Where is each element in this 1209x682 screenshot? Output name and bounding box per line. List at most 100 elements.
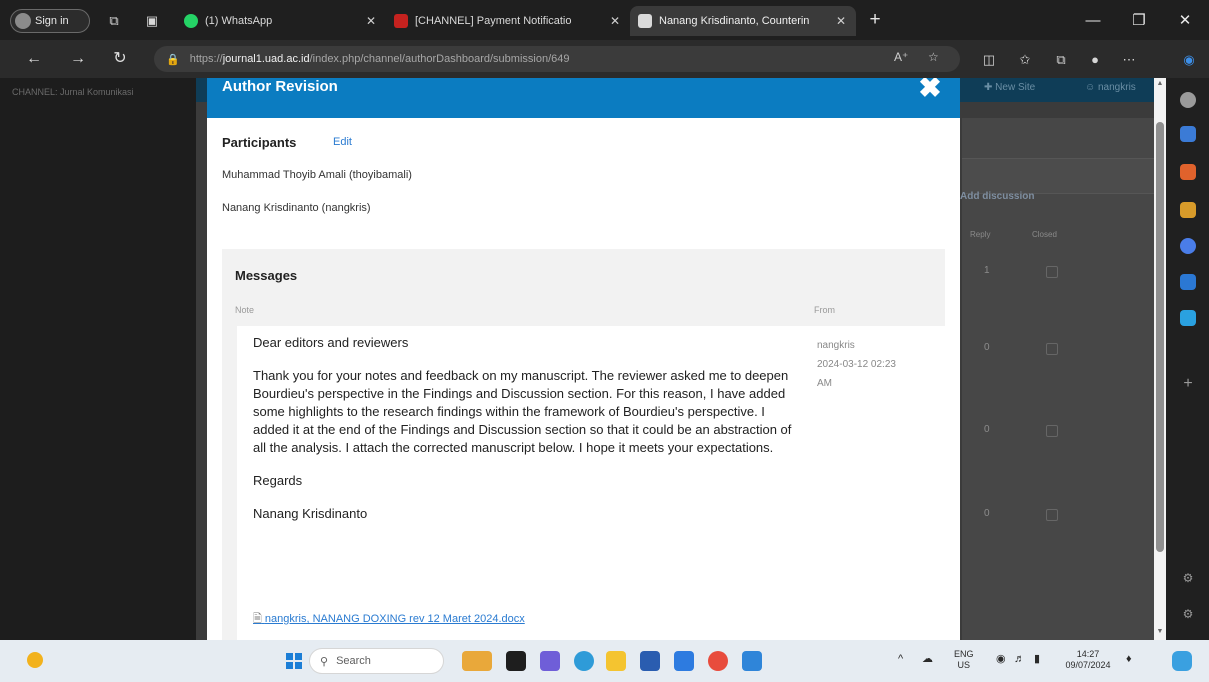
col-closed: Closed [1032,230,1057,239]
battery-icon[interactable]: ▮ [1034,654,1040,665]
message-from: nangkris 2024-03-12 02:23 AM [817,336,937,393]
scrollbar-thumb[interactable] [1156,122,1164,552]
tab-title: [CHANNEL] Payment Notificatio [415,15,572,27]
restore-window-icon[interactable]: ❐ [1116,7,1162,35]
message-note: Dear editors and reviewers Thank you for… [253,334,793,538]
scroll-up-icon[interactable]: ▲ [1156,80,1164,87]
calculator-app-icon[interactable] [640,651,660,671]
favorite-star-icon[interactable]: ☆ [928,50,939,64]
back-arrow-icon[interactable]: ← [22,48,46,70]
wifi-icon[interactable]: ◉ [996,654,1006,665]
close-tab-icon[interactable]: ✕ [608,14,622,28]
tab-title: (1) WhatsApp [205,15,273,27]
extension-icon[interactable]: ● [1086,51,1104,69]
edge-sidebar: + ⚙ ⚙ [1166,78,1209,640]
browser-toolbar: ← → ↻ 🔒 https:// journal1.uad.ac.id /ind… [0,40,1209,78]
word-app-icon[interactable] [742,651,762,671]
teams-app-icon[interactable] [540,651,560,671]
closed-checkbox [1046,266,1058,278]
edit-participants-link[interactable]: Edit [333,136,352,148]
reply-count: 1 [984,265,990,276]
notification-bell-icon[interactable]: ♦ [1126,654,1132,665]
whatsapp-favicon-icon [184,14,198,28]
add-sidebar-icon[interactable]: + [1180,376,1196,392]
reply-count: 0 [984,342,990,353]
favorites-icon[interactable]: ✩ [1016,51,1034,69]
sidebar-settings-icon[interactable]: ⚙ [1180,606,1196,622]
volume-icon[interactable]: ♬ [1014,654,1025,665]
language-indicator[interactable]: ENG US [954,649,974,671]
clock[interactable]: 14:27 09/07/2024 [1060,649,1116,671]
background-left-nav: CHANNEL: Jurnal Komunikasi [0,78,196,640]
close-tab-icon[interactable]: ✕ [364,14,378,28]
messages-heading: Messages [235,268,298,283]
user-menu: ☺ nangkris [1085,82,1136,93]
taskview-app-icon[interactable] [506,651,526,671]
modal-header: Author Revision ✖ [207,78,960,118]
search-sidebar-icon[interactable] [1180,92,1196,108]
gmail-favicon-icon [394,14,408,28]
tab-whatsapp[interactable]: (1) WhatsApp ✕ [176,6,386,36]
taskbar-search[interactable]: ⚲ Search [309,648,444,674]
closed-checkbox [1046,343,1058,355]
message-row: Dear editors and reviewers Thank you for… [237,326,945,640]
show-hidden-icons[interactable]: ^ [898,654,903,665]
from-date: 2024-03-12 02:23 [817,359,896,370]
author-revision-modal: Author Revision ✖ Participants Edit Muha… [207,78,960,640]
file-icon: 🗎 [253,613,262,625]
close-window-icon[interactable]: ✕ [1162,7,1208,35]
tab-payment-notification[interactable]: [CHANNEL] Payment Notificatio ✕ [386,6,630,36]
url-path: /index.php/channel/authorDashboard/submi… [309,53,570,65]
split-screen-icon[interactable]: ◫ [980,51,998,69]
profile-signin-button[interactable]: Sign in [10,9,90,33]
participant-item: Nanang Krisdinanto (nangkris) [222,202,371,214]
copilot-icon[interactable]: ◉ [1180,51,1198,69]
weather-widget-icon[interactable] [27,652,43,668]
scroll-down-icon[interactable]: ▼ [1156,628,1164,635]
collections-icon[interactable]: ⧉ [1052,51,1070,69]
onedrive-icon[interactable]: ☁ [922,654,933,665]
tab-actions-icon[interactable]: ▣ [142,11,162,31]
widget-app-icon[interactable] [462,651,492,671]
tab-title: Nanang Krisdinanto, Counterin [659,15,810,27]
send-sidebar-icon[interactable] [1180,310,1196,326]
office-sidebar-icon[interactable] [1180,274,1196,290]
page-viewport: CHANNEL: Jurnal Komunikasi ✚ New Site ☺ … [0,78,1166,640]
page-scrollbar[interactable]: ▲ ▼ [1154,78,1166,640]
participant-item: Muhammad Thoyib Amali (thoyibamali) [222,169,412,181]
profile-avatar-icon [15,13,31,29]
background-strip [962,158,1166,194]
messages-panel: Messages Note From Dear editors and revi… [222,249,945,640]
games-sidebar-icon[interactable] [1180,238,1196,254]
windows-start-icon[interactable] [286,653,302,669]
new-tab-plus-icon[interactable]: + [864,9,886,31]
edge-app-icon[interactable] [574,651,594,671]
close-tab-icon[interactable]: ✕ [834,14,848,28]
signin-label: Sign in [35,15,69,27]
url-prefix: https:// [189,53,223,65]
add-discussion-link: Add discussion [960,191,1035,202]
tools-sidebar-icon[interactable] [1180,202,1196,218]
attachment-link[interactable]: 🗎 nangkris, NANANG DOXING rev 12 Maret 2… [253,610,525,629]
read-aloud-icon[interactable]: A⁺ [894,50,908,64]
forward-arrow-icon[interactable]: → [66,48,90,70]
address-bar[interactable]: 🔒 https:// journal1.uad.ac.id /index.php… [154,46,960,72]
workspaces-icon[interactable]: ⧉ [104,11,124,31]
tab-journal-submission[interactable]: Nanang Krisdinanto, Counterin ✕ [630,6,856,36]
refresh-icon[interactable]: ↻ [108,48,132,70]
close-modal-icon[interactable]: ✖ [917,78,943,102]
mail-app-icon[interactable] [674,651,694,671]
shopping-sidebar-icon[interactable] [1180,164,1196,180]
attachment-filename: nangkris, NANANG DOXING rev 12 Maret 202… [264,613,525,625]
clock-time: 14:27 [1076,649,1100,659]
chrome-app-icon[interactable] [708,651,728,671]
file-explorer-app-icon[interactable] [606,651,626,671]
copilot-taskbar-icon[interactable] [1172,651,1192,671]
col-reply: Reply [970,230,991,239]
from-username: nangkris [817,340,855,351]
minimize-window-icon[interactable]: — [1070,7,1116,35]
sidebar-customize-icon[interactable]: ⚙ [1180,570,1196,586]
language-code: ENG [954,649,974,659]
tag-sidebar-icon[interactable] [1180,126,1196,142]
more-options-icon[interactable]: ⋯ [1120,51,1138,69]
